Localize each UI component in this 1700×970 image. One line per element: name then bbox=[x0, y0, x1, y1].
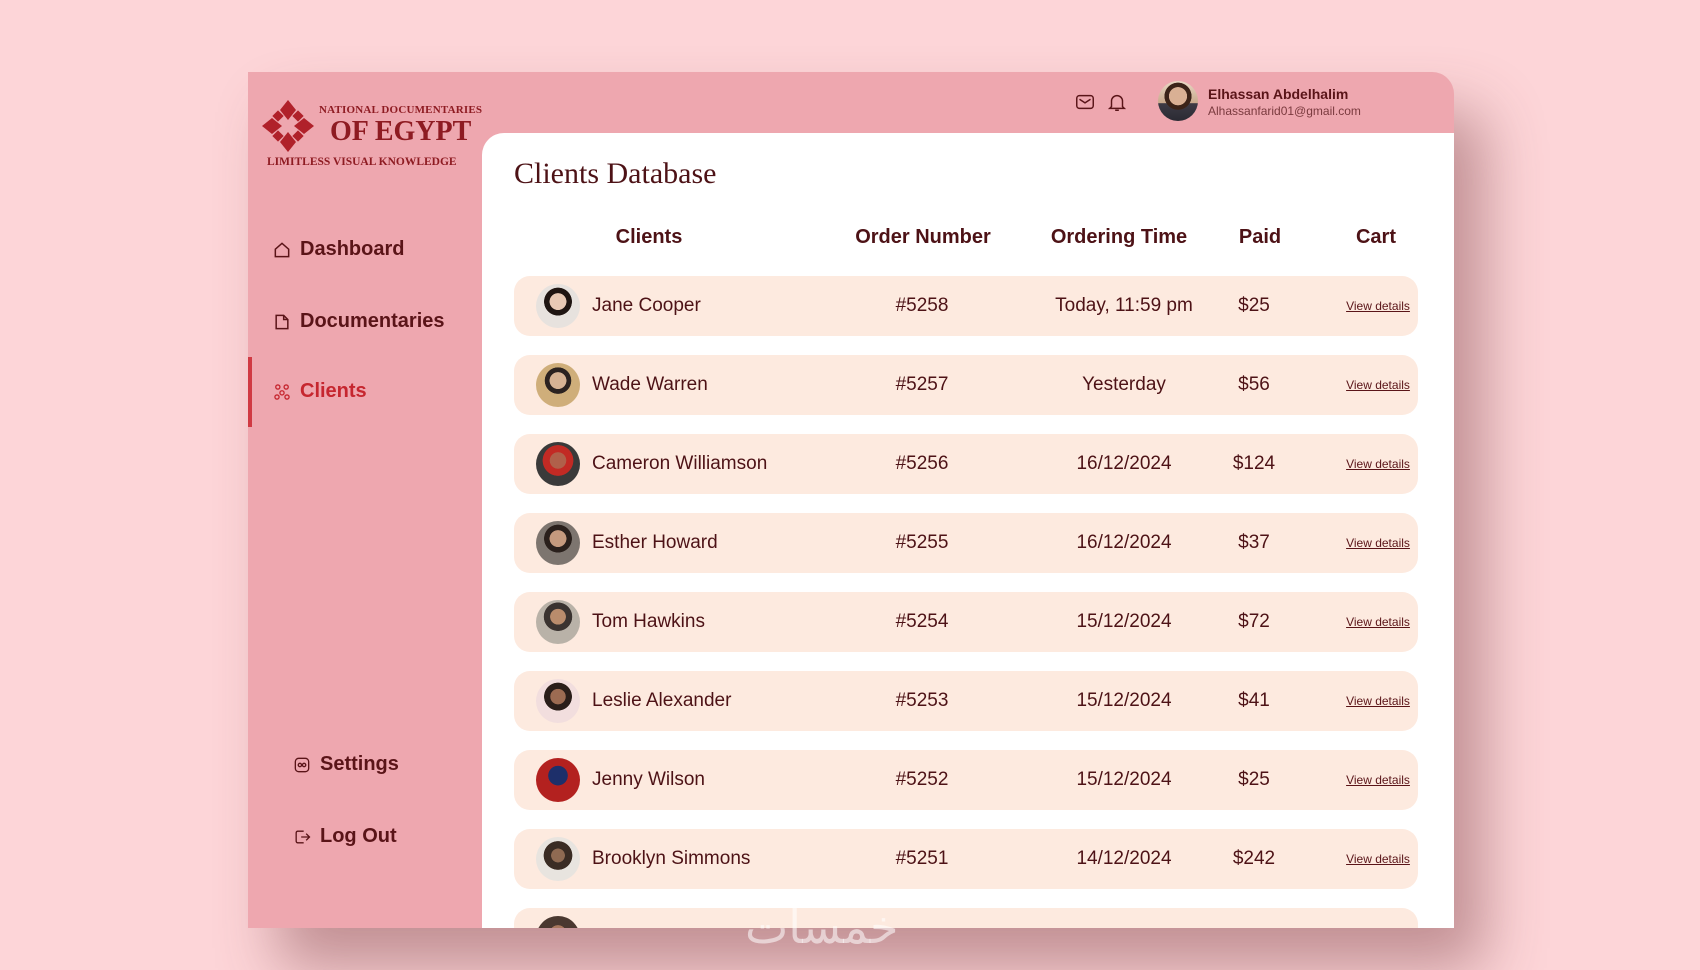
mail-icon[interactable] bbox=[1074, 91, 1096, 113]
client-avatar bbox=[536, 600, 580, 644]
client-avatar bbox=[536, 758, 580, 802]
client-name: Brooklyn Simmons bbox=[592, 848, 751, 869]
paid-amount: $37 bbox=[1238, 532, 1270, 553]
client-name: Cameron Williamson bbox=[592, 453, 768, 474]
view-details-link[interactable]: View details bbox=[1346, 276, 1410, 336]
order-number: #5252 bbox=[895, 769, 949, 790]
table-row[interactable]: Leslie Alexander #5253 15/12/2024 $41 Vi… bbox=[514, 671, 1418, 731]
view-details-link[interactable]: View details bbox=[1346, 671, 1410, 731]
brand-line2: OF EGYPT bbox=[330, 116, 472, 147]
client-avatar bbox=[536, 442, 580, 486]
column-header-ordering-time: Ordering Time bbox=[1050, 226, 1188, 248]
client-name: Esther Howard bbox=[592, 532, 718, 553]
sidebar-item-label: Settings bbox=[320, 753, 399, 775]
ordering-time: Today, 11:59 pm bbox=[1055, 295, 1193, 316]
paid-amount: $124 bbox=[1232, 453, 1276, 474]
client-avatar bbox=[536, 916, 580, 928]
ordering-time: 14/12/2024 bbox=[1076, 848, 1172, 869]
paid-amount: $25 bbox=[1238, 295, 1270, 316]
sidebar-item-label: Clients bbox=[300, 380, 367, 402]
logo-emblem-icon bbox=[262, 100, 314, 152]
table-row-partial[interactable] bbox=[514, 908, 1418, 928]
sidebar-item-label: Log Out bbox=[320, 825, 397, 847]
column-header-order-number: Order Number bbox=[855, 226, 991, 248]
sidebar-item-dashboard[interactable]: Dashboard bbox=[272, 238, 404, 261]
user-avatar[interactable] bbox=[1158, 81, 1198, 121]
order-number: #5258 bbox=[895, 295, 949, 316]
sidebar-item-documentaries[interactable]: Documentaries bbox=[272, 310, 445, 333]
home-icon bbox=[274, 241, 290, 257]
column-header-clients: Clients bbox=[615, 226, 683, 248]
client-avatar bbox=[536, 837, 580, 881]
client-name: Leslie Alexander bbox=[592, 690, 732, 711]
client-name: Tom Hawkins bbox=[592, 611, 705, 632]
page-title: Clients Database bbox=[514, 157, 717, 190]
client-name: Wade Warren bbox=[592, 374, 708, 395]
column-header-paid: Paid bbox=[1238, 226, 1282, 248]
paid-amount: $25 bbox=[1238, 769, 1270, 790]
ordering-time: Yesterday bbox=[1082, 374, 1166, 395]
view-details-link[interactable]: View details bbox=[1346, 750, 1410, 810]
order-number: #5253 bbox=[895, 690, 949, 711]
table-row[interactable]: Cameron Williamson #5256 16/12/2024 $124… bbox=[514, 434, 1418, 494]
active-nav-indicator bbox=[248, 357, 252, 427]
ordering-time: 15/12/2024 bbox=[1076, 690, 1172, 711]
order-number: #5254 bbox=[895, 611, 949, 632]
view-details-link[interactable]: View details bbox=[1346, 434, 1410, 494]
order-number: #5256 bbox=[895, 453, 949, 474]
ordering-time: 16/12/2024 bbox=[1076, 453, 1172, 474]
clients-icon bbox=[274, 383, 290, 400]
sidebar-item-logout[interactable]: Log Out bbox=[292, 825, 397, 848]
client-name: Jenny Wilson bbox=[592, 769, 705, 790]
view-details-link[interactable]: View details bbox=[1346, 355, 1410, 415]
sidebar-item-label: Dashboard bbox=[300, 238, 405, 260]
table-row[interactable]: Wade Warren #5257 Yesterday $56 View det… bbox=[514, 355, 1418, 415]
client-avatar bbox=[536, 521, 580, 565]
logout-icon bbox=[295, 830, 311, 843]
order-number: #5255 bbox=[895, 532, 949, 553]
client-name: Jane Cooper bbox=[592, 295, 701, 316]
ordering-time: 16/12/2024 bbox=[1076, 532, 1172, 553]
view-details-link[interactable]: View details bbox=[1346, 829, 1410, 889]
client-avatar bbox=[536, 284, 580, 328]
table-row[interactable]: Esther Howard #5255 16/12/2024 $37 View … bbox=[514, 513, 1418, 573]
main-panel: Clients Database Clients Order Number Or… bbox=[482, 133, 1454, 928]
view-details-link[interactable]: View details bbox=[1346, 513, 1410, 573]
brand-tagline: LIMITLESS VISUAL KNOWLEDGE bbox=[267, 156, 457, 168]
user-email: Alhassanfarid01@gmail.com bbox=[1208, 104, 1361, 118]
paid-amount: $41 bbox=[1238, 690, 1270, 711]
order-number: #5257 bbox=[895, 374, 949, 395]
ordering-time: 15/12/2024 bbox=[1076, 611, 1172, 632]
paid-amount: $56 bbox=[1238, 374, 1270, 395]
settings-icon bbox=[294, 757, 310, 772]
paid-amount: $72 bbox=[1238, 611, 1270, 632]
clients-table: Jane Cooper #5258 Today, 11:59 pm $25 Vi… bbox=[514, 276, 1418, 928]
watermark: خمسات bbox=[745, 900, 899, 954]
ordering-time: 15/12/2024 bbox=[1076, 769, 1172, 790]
brand-logo[interactable]: NATIONAL DOCUMENTARIES OF EGYPT LIMITLES… bbox=[260, 98, 483, 178]
bell-icon[interactable] bbox=[1106, 91, 1128, 113]
paid-amount: $242 bbox=[1232, 848, 1276, 869]
table-row[interactable]: Brooklyn Simmons #5251 14/12/2024 $242 V… bbox=[514, 829, 1418, 889]
table-row[interactable]: Jane Cooper #5258 Today, 11:59 pm $25 Vi… bbox=[514, 276, 1418, 336]
client-avatar bbox=[536, 679, 580, 723]
folder-icon bbox=[275, 314, 289, 329]
view-details-link[interactable]: View details bbox=[1346, 592, 1410, 652]
table-row[interactable]: Jenny Wilson #5252 15/12/2024 $25 View d… bbox=[514, 750, 1418, 810]
brand-line1: NATIONAL DOCUMENTARIES bbox=[319, 104, 483, 116]
order-number: #5251 bbox=[895, 848, 949, 869]
sidebar-item-settings[interactable]: Settings bbox=[292, 753, 399, 776]
app-window: NATIONAL DOCUMENTARIES OF EGYPT LIMITLES… bbox=[248, 72, 1454, 928]
client-avatar bbox=[536, 363, 580, 407]
column-header-cart: Cart bbox=[1355, 226, 1397, 248]
user-name[interactable]: Elhassan Abdelhalim bbox=[1208, 86, 1348, 102]
sidebar-item-clients[interactable]: Clients bbox=[272, 380, 367, 403]
sidebar-item-label: Documentaries bbox=[300, 310, 445, 332]
table-row[interactable]: Tom Hawkins #5254 15/12/2024 $72 View de… bbox=[514, 592, 1418, 652]
